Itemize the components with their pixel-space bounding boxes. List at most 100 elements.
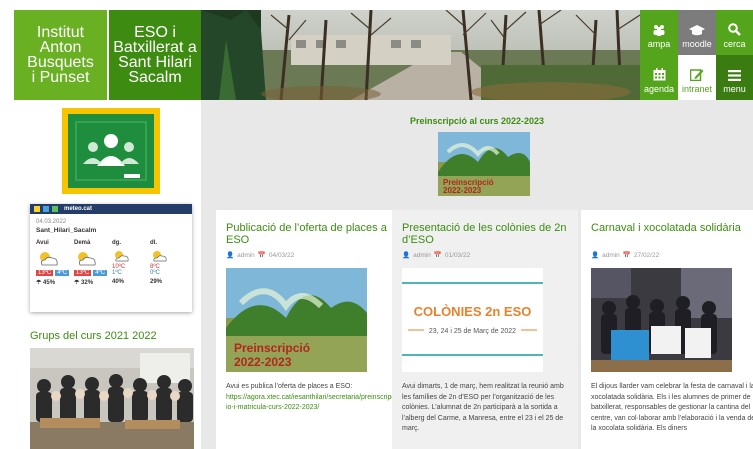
- post-card: Publicació de l’oferta de places a ESO 👤…: [216, 210, 402, 449]
- partly-cloudy-icon: [115, 251, 129, 262]
- nav-intranet[interactable]: intranet: [678, 55, 716, 100]
- rain-chance: 40%: [112, 279, 125, 285]
- temp-max: 13ºC: [74, 270, 92, 276]
- nav-label: menu: [723, 84, 746, 94]
- nav-cerca[interactable]: cerca: [716, 10, 753, 55]
- post-title[interactable]: Publicació de l’oferta de places a ESO: [226, 222, 392, 246]
- post-author: admin: [237, 251, 255, 259]
- weather-day: dg. 10ºC 1ºC 40%: [112, 240, 150, 286]
- school-subtitle-logo[interactable]: ESO i Batxillerat a Sant Hilari Sacalm: [109, 10, 201, 100]
- featured-image-text-line-2: 2022-2023: [443, 186, 482, 195]
- nav-label: ampa: [647, 39, 671, 49]
- post-excerpt: Avui es publica l’oferta de places a ESO…: [226, 382, 396, 414]
- post-meta: 👤 admin 📅 01/03/22: [402, 251, 470, 260]
- colonies-dates: 23, 24 i 25 de Març de 2022: [429, 328, 516, 335]
- main-content: Preinscripció al curs 2022-2023 Preinscr…: [201, 100, 753, 449]
- temp-min: 4ºC: [93, 270, 108, 276]
- partly-cloudy-icon: [153, 251, 167, 262]
- meteo-square-icon: [52, 206, 58, 212]
- rain-chance: 29%: [150, 279, 163, 285]
- google-classroom-link[interactable]: [62, 108, 160, 194]
- header-hero-image: [201, 10, 640, 100]
- weather-widget[interactable]: meteo.cat 04.03.2022 Sant_Hilari_Sacalm …: [30, 204, 192, 312]
- calendar-icon: 📅: [433, 252, 442, 259]
- graduation-cap-icon: [689, 25, 705, 36]
- temp-min: 0ºC: [150, 270, 160, 276]
- search-icon: [728, 23, 741, 36]
- rain-chance: 32%: [81, 280, 94, 286]
- weather-city: Sant_Hilari_Sacalm: [36, 227, 97, 234]
- temp-min: 4ºC: [55, 270, 70, 276]
- weather-day-label: dl.: [150, 240, 157, 246]
- weather-day-label: Demà: [74, 240, 91, 246]
- logo-line: Sant Hilari: [118, 54, 192, 71]
- nav-label: intranet: [681, 84, 713, 94]
- calendar-icon: 📅: [622, 252, 631, 259]
- nav-agenda[interactable]: agenda: [640, 55, 678, 100]
- rain-chance: 45%: [43, 280, 56, 286]
- post-title[interactable]: Presentació de les colònies de 2n d’ESO: [402, 222, 568, 246]
- nav-ampa[interactable]: ampa: [640, 10, 678, 55]
- temp-max: 13ºC: [36, 270, 54, 276]
- posts-list: Publicació de l’oferta de places a ESO 👤…: [216, 210, 753, 449]
- calendar-icon: [653, 68, 665, 81]
- post-card: Carnaval i xocolatada solidària 👤 admin …: [581, 210, 753, 449]
- logo-line: Sacalm: [128, 69, 182, 86]
- page: Institut Anton Busquets i Punset ESO i B…: [0, 0, 753, 449]
- header-nav-grid: ampa moodle cerca agenda intranet menu: [640, 10, 753, 100]
- weather-day: dl. 8ºC 0ºC 29%: [150, 240, 188, 286]
- calendar-icon: 📅: [257, 252, 266, 259]
- post-excerpt: Avui dimarts, 1 de març, hem realitzat l…: [402, 383, 564, 432]
- hamburger-icon: [728, 70, 741, 81]
- meteo-brand: meteo.cat: [64, 206, 93, 212]
- logo-line: ESO i: [134, 24, 176, 41]
- post-excerpt-text: Avui es publica l’oferta de places a ESO…: [226, 383, 353, 390]
- school-name-logo[interactable]: Institut Anton Busquets i Punset: [14, 10, 107, 100]
- post-meta: 👤 admin 📅 27/02/22: [591, 251, 660, 260]
- site-header: Institut Anton Busquets i Punset ESO i B…: [0, 0, 753, 100]
- weather-day-label: Avui: [36, 240, 49, 246]
- post-image-text-line-2: 2022-2023: [234, 355, 292, 369]
- meteo-square-icon: [34, 206, 40, 212]
- people-icon: [653, 25, 665, 36]
- partly-cloudy-icon: [78, 252, 96, 266]
- weather-widget-header: meteo.cat: [30, 204, 192, 214]
- nav-label: agenda: [643, 84, 675, 94]
- post-excerpt: El dijous llarder vam celebrar la festa …: [591, 383, 753, 432]
- user-icon: 👤: [226, 252, 235, 259]
- nav-label: cerca: [723, 39, 746, 49]
- nav-menu[interactable]: menu: [716, 55, 753, 100]
- user-icon: 👤: [402, 252, 411, 259]
- post-image[interactable]: Preinscripció 2022-2023: [226, 268, 367, 372]
- meteo-square-icon: [43, 206, 49, 212]
- featured-post-title[interactable]: Preinscripció al curs 2022-2023: [201, 116, 753, 126]
- weather-date: 04.03.2022: [36, 219, 67, 225]
- temp-min: 1ºC: [112, 270, 122, 276]
- post-meta: 👤 admin 📅 04/03/22: [226, 251, 295, 260]
- post-author: admin: [602, 251, 620, 259]
- user-icon: 👤: [591, 252, 600, 259]
- sidebar: meteo.cat 04.03.2022 Sant_Hilari_Sacalm …: [0, 100, 201, 449]
- colonies-title: COLÒNIES 2n ESO: [414, 304, 532, 319]
- post-card: Presentació de les colònies de 2n d’ESO …: [392, 210, 578, 449]
- classroom-icon: [68, 114, 154, 188]
- groups-section-title: Grups del curs 2021 2022: [30, 330, 157, 342]
- post-image-text-line-1: Preinscripció: [234, 341, 310, 355]
- logo-line: Anton: [39, 39, 82, 56]
- post-image[interactable]: COLÒNIES 2n ESO 23, 24 i 25 de Març de 2…: [402, 268, 543, 372]
- nav-label: moodle: [682, 39, 712, 49]
- edit-icon: [690, 69, 704, 81]
- nav-moodle[interactable]: moodle: [678, 10, 716, 55]
- post-date: 27/02/22: [633, 251, 660, 259]
- logo-line: Institut: [36, 24, 85, 41]
- logo-line: Batxillerat a: [113, 39, 197, 56]
- post-title[interactable]: Carnaval i xocolatada solidària: [591, 222, 753, 234]
- weather-day-label: dg.: [112, 240, 121, 246]
- post-date: 04/03/22: [268, 251, 295, 259]
- group-photo[interactable]: [30, 348, 194, 449]
- post-author: admin: [413, 251, 431, 259]
- post-image[interactable]: [591, 268, 732, 372]
- logo-line: Busquets: [27, 54, 94, 71]
- preinscription-link[interactable]: https://agora.xtec.cat/iesanthilari/secr…: [226, 393, 396, 414]
- featured-post-image[interactable]: Preinscripció 2022-2023: [438, 132, 530, 196]
